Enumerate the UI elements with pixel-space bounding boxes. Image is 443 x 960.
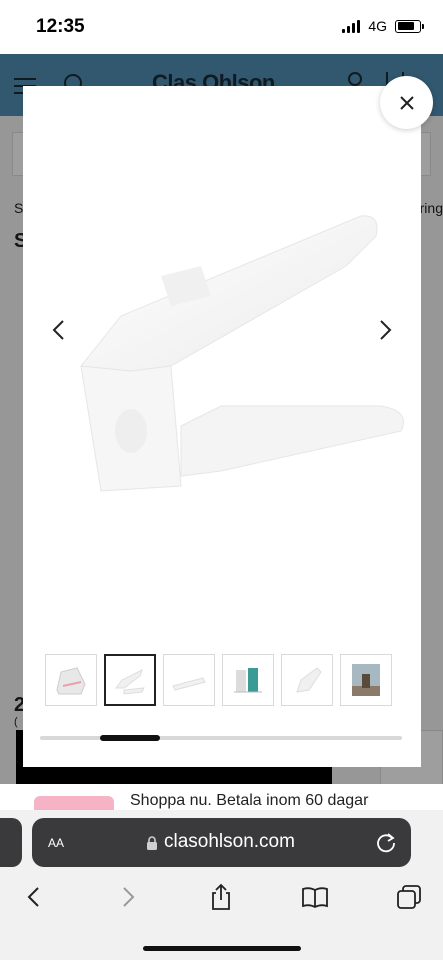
reload-icon[interactable] [375,831,397,853]
thumbnail-shoe-rack-side[interactable] [104,654,156,706]
browser-chrome: AA clasohlson.com [0,810,443,960]
cellular-signal-icon [342,19,361,33]
lock-icon [147,836,157,850]
image-gallery-modal [23,86,421,767]
promo-text: Shoppa nu. Betala inom 60 dagar [130,792,369,809]
status-bar: 12:35 4G [0,0,443,54]
bookmarks-button[interactable] [300,882,330,912]
gallery-scrollbar-thumb[interactable] [100,735,160,741]
chevron-right-icon [380,320,392,340]
product-image-shoe-rack [80,215,404,492]
gallery-scrollbar[interactable] [40,735,402,741]
chevron-left-icon [27,887,39,907]
forward-button[interactable] [114,882,144,912]
share-icon [212,883,230,910]
thumbnail-shoe-rack-flat[interactable] [163,654,215,706]
previous-tab-preview[interactable] [0,818,22,867]
chevron-right-icon [123,887,135,907]
reader-settings-button[interactable]: AA [48,832,64,852]
chevron-left-icon [52,320,64,340]
thumbnail-shoe-rack-with-shoe[interactable] [45,654,97,706]
address-bar[interactable]: AA clasohlson.com [32,818,411,867]
close-gallery-button[interactable] [380,76,433,129]
tabs-button[interactable] [394,882,424,912]
next-image-button[interactable] [371,315,401,345]
status-indicators: 4G [342,18,424,34]
close-icon [399,95,414,110]
browser-toolbar [0,878,443,918]
previous-image-button[interactable] [43,315,73,345]
share-button[interactable] [206,882,236,912]
back-button[interactable] [18,882,48,912]
tabs-icon [397,885,421,909]
battery-level [397,22,415,30]
status-time: 12:35 [36,16,85,37]
battery-icon [395,19,424,33]
thumbnail-shoe-rack-with-sneakers[interactable] [222,654,274,706]
home-indicator [143,946,301,951]
thumbnail-shoe-rack-angle[interactable] [281,654,333,706]
url-text: clasohlson.com [164,831,295,852]
thumbnail-lifestyle-photo[interactable] [340,654,392,706]
thumbnail-strip [45,654,392,706]
network-type: 4G [368,18,387,34]
book-icon [302,887,328,908]
